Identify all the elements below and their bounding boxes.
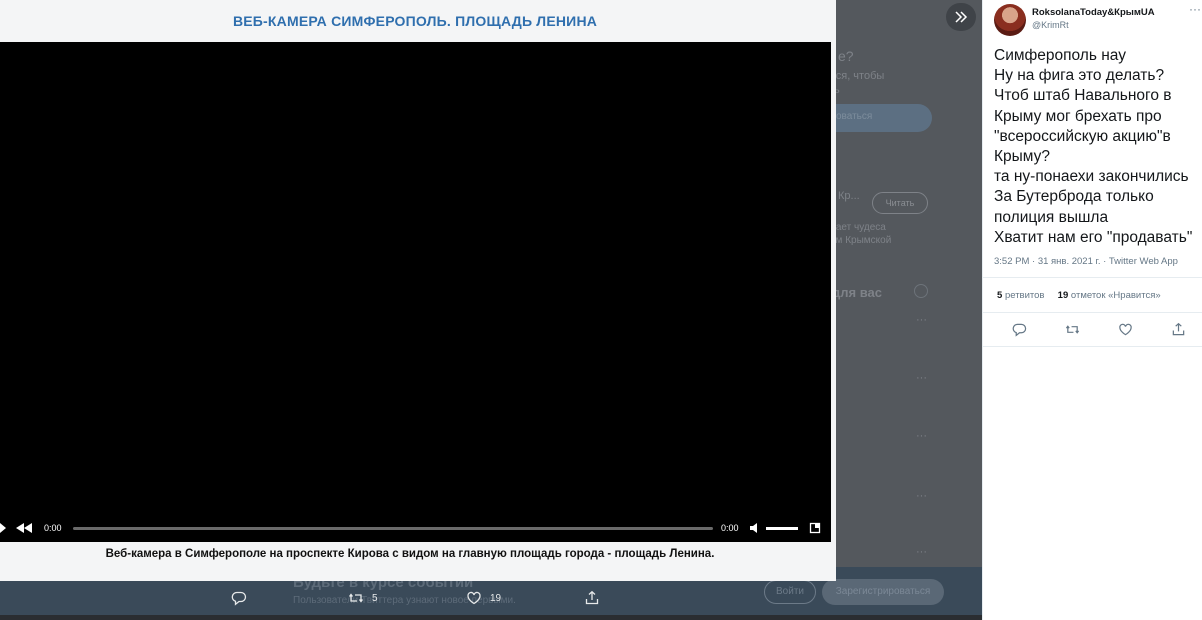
play-icon[interactable] — [0, 517, 8, 539]
like-count: 19 — [490, 592, 502, 604]
tweet-stats: 5 ретвитов 19 отметок «Нравится» — [997, 290, 1161, 301]
retweet-icon — [1065, 325, 1080, 334]
tweet-line: Крыму? — [994, 148, 1050, 166]
retweet-count: 5 — [372, 592, 378, 604]
heart-icon — [467, 591, 481, 605]
bg-more-icon: ··· — [916, 430, 927, 442]
tweet-line: Ну на фига это делать? — [994, 67, 1165, 85]
collapse-panel-button[interactable] — [946, 3, 976, 31]
tweet-text: Симферополь нау Ну на фига это делать? Ч… — [994, 46, 1199, 248]
video-player[interactable] — [0, 42, 831, 542]
more-options-icon[interactable]: ··· — [1189, 2, 1201, 16]
current-time: 0:00 — [44, 523, 62, 533]
tweet-line: полиция вышла — [994, 208, 1109, 226]
bg-snippet: Кр... — [838, 190, 860, 202]
like-button[interactable] — [1118, 322, 1133, 342]
tweet-line: Крыму мог брехать про — [994, 107, 1162, 125]
share-icon — [585, 590, 599, 605]
reply-icon — [231, 591, 247, 606]
tweet-line: та ну-понаехи закончились — [994, 168, 1189, 186]
divider — [983, 277, 1202, 278]
bg-more-icon: ··· — [916, 490, 927, 502]
bg-more-icon: ··· — [916, 314, 927, 326]
fullscreen-icon[interactable] — [809, 517, 821, 539]
rewind-icon[interactable] — [16, 517, 34, 539]
bg-settings-icon — [914, 284, 928, 298]
bg-snippet: для вас — [832, 285, 882, 300]
author-handle[interactable]: @KrimRt — [1032, 20, 1069, 30]
tweet-detail-panel: RoksolanaToday&КрымUA @KrimRt ··· Симфер… — [982, 0, 1202, 620]
tweet-line: За Бутерброда только — [994, 188, 1154, 206]
share-button[interactable] — [1171, 322, 1186, 342]
reply-icon — [1012, 323, 1027, 337]
video-controls: 0:00 0:00 — [0, 517, 831, 539]
divider — [983, 312, 1202, 313]
bg-read-button: Читать — [872, 192, 928, 214]
tweet-line: Хватит нам его "продавать" — [994, 228, 1193, 246]
bg-snippet: дает чудеса — [830, 222, 886, 233]
webcam-page-title: ВЕБ-КАМЕРА СИМФЕРОПОЛЬ. ПЛОЩАДЬ ЛЕНИНА — [232, 13, 598, 29]
volume-slider[interactable] — [766, 527, 798, 530]
bg-follow-label: оваться — [836, 111, 873, 122]
like-button[interactable]: 19 — [466, 590, 501, 606]
avatar[interactable] — [994, 4, 1026, 36]
likes-stat[interactable]: 19 отметок «Нравится» — [1058, 290, 1161, 301]
tweet-line: "всероссийскую акцию"в — [994, 127, 1171, 145]
background-page: e? ься, чтобы ь Кр... дает чудеса ем Кры… — [830, 0, 982, 615]
retweet-icon — [348, 593, 364, 603]
retweets-stat[interactable]: 5 ретвитов — [997, 290, 1044, 301]
duration: 0:00 — [721, 523, 739, 533]
bg-more-icon: ··· — [916, 546, 927, 558]
retweet-button[interactable] — [1065, 322, 1080, 342]
share-icon — [1172, 322, 1185, 336]
author-name[interactable]: RoksolanaToday&КрымUA — [1032, 7, 1155, 18]
bg-snippet: ем Крымской — [830, 235, 892, 246]
tweet-media-viewer: e? ься, чтобы ь Кр... дает чудеса ем Кры… — [0, 0, 1202, 620]
media-image[interactable]: ВЕБ-КАМЕРА СИМФЕРОПОЛЬ. ПЛОЩАДЬ ЛЕНИНА 0… — [0, 0, 836, 581]
heart-icon — [1119, 323, 1132, 336]
tweet-line: Чтоб штаб Навального в — [994, 87, 1172, 105]
share-button[interactable] — [584, 590, 600, 606]
reply-button[interactable] — [1012, 322, 1027, 342]
webcam-caption: Веб-камера в Симферополе на проспекте Ки… — [105, 548, 715, 560]
retweet-button[interactable]: 5 — [348, 590, 378, 606]
seek-bar[interactable] — [73, 527, 713, 530]
reply-button[interactable] — [231, 590, 247, 606]
bg-more-icon: ··· — [916, 372, 927, 384]
tweet-line: Симферополь нау — [994, 47, 1126, 64]
volume-icon[interactable] — [749, 517, 761, 539]
tweet-timestamp[interactable]: 3:52 PM · 31 янв. 2021 г. · Twitter Web … — [994, 256, 1178, 267]
double-chevron-right-icon — [955, 11, 968, 23]
bg-snippet: e? — [838, 48, 854, 64]
divider — [983, 346, 1202, 347]
bg-snippet: ься, чтобы — [830, 70, 885, 82]
